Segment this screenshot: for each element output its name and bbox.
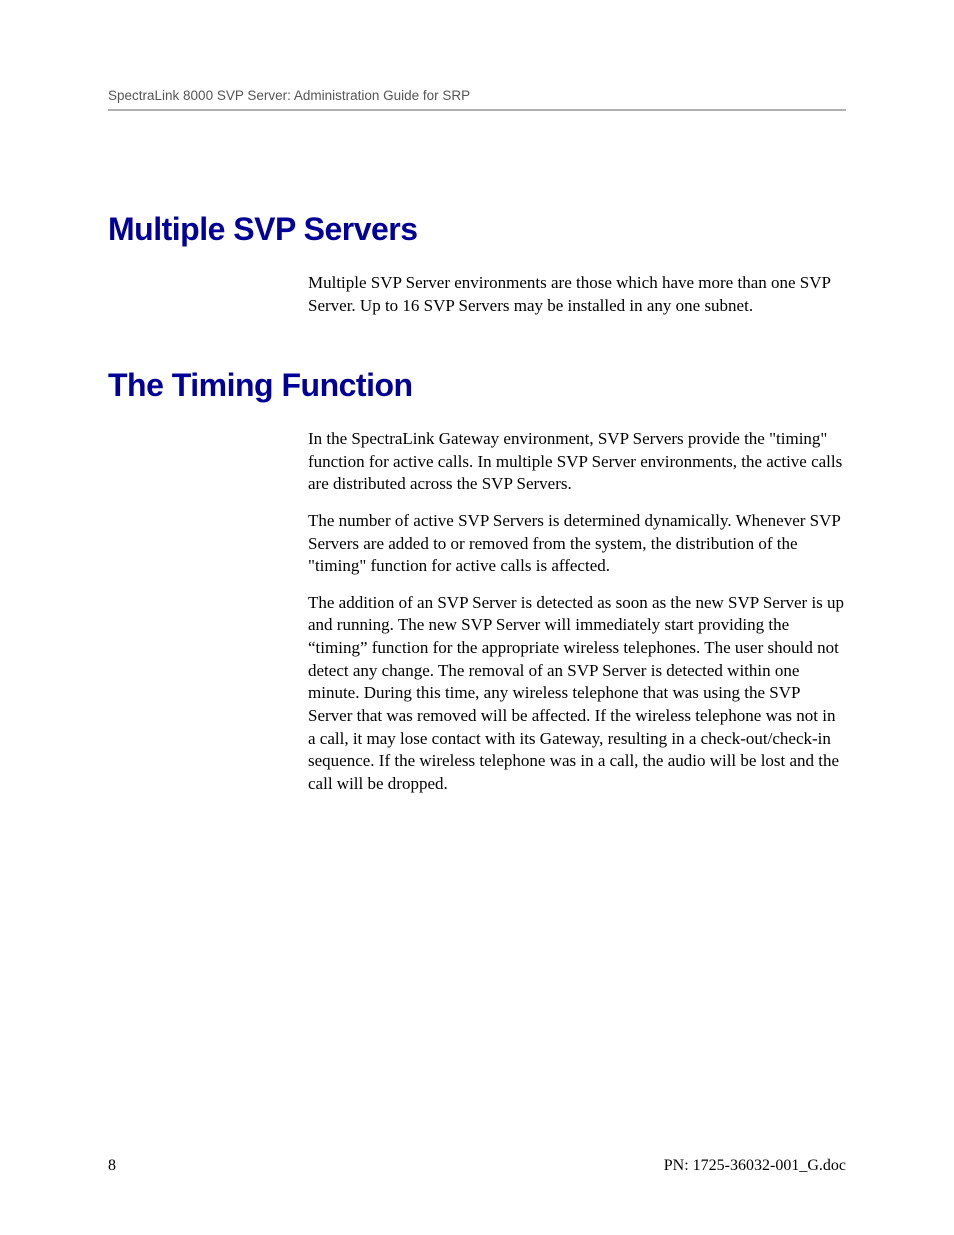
body-paragraph: In the SpectraLink Gateway environment, …: [308, 428, 846, 496]
page-footer: 8 PN: 1725-36032-001_G.doc: [108, 1157, 846, 1175]
section-heading-timing-function: The Timing Function: [108, 367, 846, 404]
section-heading-multiple-svp: Multiple SVP Servers: [108, 211, 846, 248]
document-id: PN: 1725-36032-001_G.doc: [664, 1157, 846, 1175]
header-divider: [108, 109, 846, 111]
body-paragraph: The number of active SVP Servers is dete…: [308, 510, 846, 578]
running-header: SpectraLink 8000 SVP Server: Administrat…: [108, 88, 846, 103]
document-page: SpectraLink 8000 SVP Server: Administrat…: [0, 0, 954, 1235]
body-paragraph: Multiple SVP Server environments are tho…: [308, 272, 846, 317]
body-paragraph: The addition of an SVP Server is detecte…: [308, 592, 846, 795]
page-number: 8: [108, 1157, 116, 1175]
